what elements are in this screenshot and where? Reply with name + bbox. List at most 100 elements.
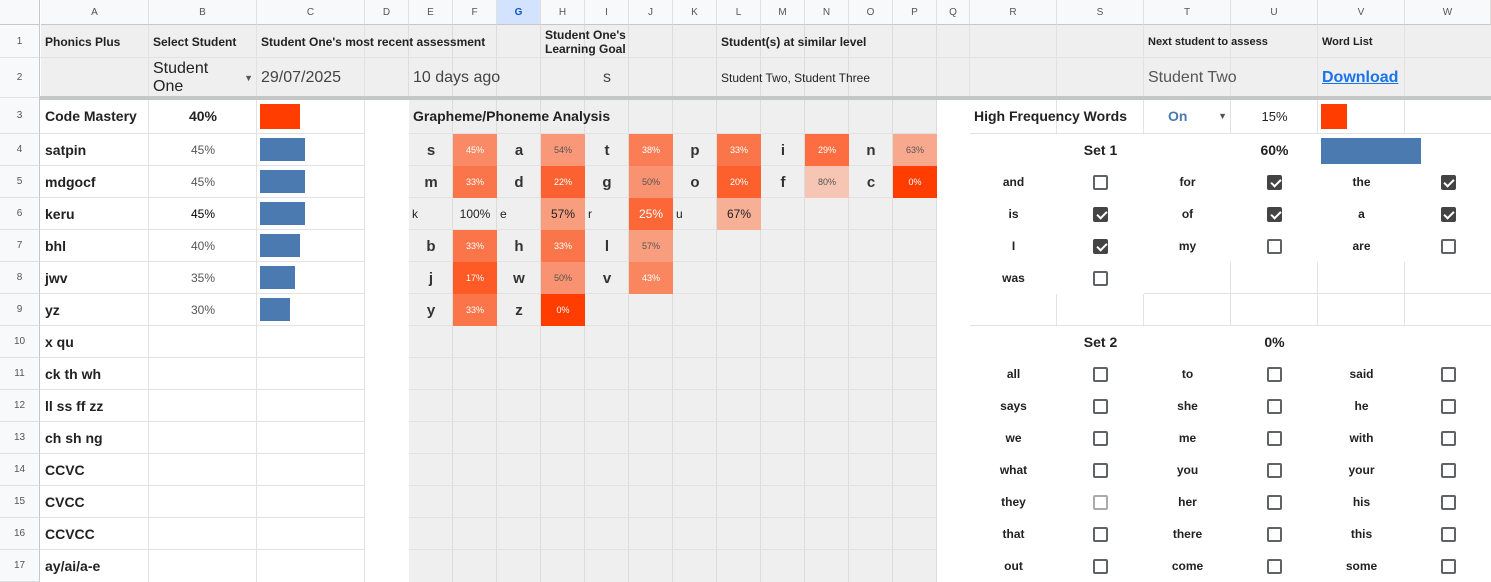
checkbox[interactable] — [1093, 558, 1108, 574]
checkbox[interactable] — [1267, 494, 1282, 510]
checkbox[interactable] — [1440, 494, 1456, 510]
checkbox[interactable] — [1093, 430, 1108, 446]
column-header[interactable]: L — [717, 0, 761, 25]
checkbox[interactable] — [1440, 398, 1456, 414]
column-header[interactable]: D — [365, 0, 409, 25]
checkbox[interactable] — [1267, 558, 1282, 574]
grapheme-letter: i — [780, 141, 786, 159]
hfw-word: of — [1144, 198, 1231, 230]
column-header[interactable]: V — [1318, 0, 1405, 25]
row-header[interactable]: 14 — [0, 454, 40, 486]
row-header[interactable]: 7 — [0, 230, 40, 262]
row-header[interactable]: 1 — [0, 25, 40, 58]
grapheme-letter: b — [426, 237, 436, 255]
checkbox[interactable] — [1267, 366, 1282, 382]
checkbox[interactable] — [1440, 462, 1456, 478]
checkbox[interactable] — [1440, 174, 1456, 190]
column-header[interactable]: S — [1057, 0, 1144, 25]
checkbox[interactable] — [1093, 494, 1108, 510]
column-header[interactable]: H — [541, 0, 585, 25]
hfw-checkbox-cell — [1405, 230, 1491, 262]
grapheme-score: 54% — [541, 134, 585, 166]
grapheme-letter: u — [676, 207, 683, 221]
column-header[interactable]: T — [1144, 0, 1231, 25]
grapheme-score: 63% — [893, 134, 937, 166]
checkbox[interactable] — [1267, 174, 1282, 190]
download-link[interactable]: Download — [1322, 69, 1398, 87]
hfw-word: all — [970, 358, 1057, 390]
column-header[interactable]: G — [497, 0, 541, 25]
checkbox[interactable] — [1267, 430, 1282, 446]
row-header[interactable]: 15 — [0, 486, 40, 518]
corner-cell[interactable] — [0, 0, 40, 25]
checkbox[interactable] — [1093, 462, 1108, 478]
checkbox[interactable] — [1440, 526, 1456, 542]
grapheme-score: 100% — [459, 207, 491, 221]
column-header[interactable]: P — [893, 0, 937, 25]
student-dropdown[interactable]: Student One ▼ — [149, 58, 257, 98]
hfw-checkbox-cell — [1231, 518, 1318, 550]
assessment-date[interactable]: 29/07/2025 — [257, 58, 409, 98]
hfw-toggle-dropdown[interactable]: On ▼ — [1144, 98, 1231, 134]
column-header[interactable]: F — [453, 0, 497, 25]
checkbox[interactable] — [1267, 526, 1282, 542]
grid-hline — [40, 293, 1491, 294]
checkbox[interactable] — [1440, 430, 1456, 446]
grapheme-score: 33% — [717, 134, 761, 166]
checkbox[interactable] — [1093, 174, 1108, 190]
row-header[interactable]: 10 — [0, 326, 40, 358]
checkbox[interactable] — [1440, 206, 1456, 222]
column-header[interactable]: N — [805, 0, 849, 25]
checkbox[interactable] — [1093, 238, 1108, 254]
column-header[interactable]: M — [761, 0, 805, 25]
row-header[interactable]: 6 — [0, 198, 40, 230]
word-list-cell[interactable]: Download — [1318, 58, 1491, 98]
hfw-word: your — [1318, 454, 1405, 486]
checkbox[interactable] — [1267, 462, 1282, 478]
checkbox[interactable] — [1093, 398, 1108, 414]
row-header[interactable]: 12 — [0, 390, 40, 422]
checkbox[interactable] — [1093, 526, 1108, 542]
checkbox[interactable] — [1440, 558, 1456, 574]
checkbox[interactable] — [1093, 366, 1108, 382]
hfw-checkbox-cell — [1057, 422, 1144, 454]
column-header[interactable]: R — [970, 0, 1057, 25]
checkbox[interactable] — [1267, 206, 1282, 222]
row-header[interactable]: 17 — [0, 550, 40, 582]
mastery-item-bar — [260, 202, 305, 225]
checkbox[interactable] — [1440, 366, 1456, 382]
row-header[interactable]: 16 — [0, 518, 40, 550]
checkbox[interactable] — [1267, 238, 1282, 254]
hfw-checkbox-cell — [1057, 358, 1144, 390]
row-header[interactable]: 11 — [0, 358, 40, 390]
column-header[interactable]: C — [257, 0, 365, 25]
row-header[interactable]: 4 — [0, 134, 40, 166]
column-header[interactable]: U — [1231, 0, 1318, 25]
grapheme-score: 80% — [805, 166, 849, 198]
column-header[interactable]: O — [849, 0, 893, 25]
row-header[interactable]: 2 — [0, 58, 40, 98]
column-header[interactable]: Q — [937, 0, 970, 25]
checkbox[interactable] — [1093, 206, 1108, 222]
grapheme-score: 17% — [453, 262, 497, 294]
row-header[interactable]: 5 — [0, 166, 40, 198]
checkbox[interactable] — [1093, 270, 1108, 286]
hfw-checkbox-cell — [1231, 422, 1318, 454]
column-header[interactable]: I — [585, 0, 629, 25]
column-header[interactable]: K — [673, 0, 717, 25]
hfw-checkbox-cell — [1231, 166, 1318, 198]
column-header[interactable]: E — [409, 0, 453, 25]
row-header[interactable]: 8 — [0, 262, 40, 294]
column-header[interactable]: B — [149, 0, 257, 25]
column-header[interactable]: J — [629, 0, 673, 25]
checkbox[interactable] — [1440, 238, 1456, 254]
mastery-item-bar — [260, 266, 295, 289]
column-header[interactable]: A — [41, 0, 149, 25]
row-header[interactable]: 3 — [0, 98, 40, 134]
checkbox[interactable] — [1267, 398, 1282, 414]
hfw-checkbox-cell — [1405, 454, 1491, 486]
row-header[interactable]: 9 — [0, 294, 40, 326]
column-header[interactable]: W — [1405, 0, 1491, 25]
mastery-item-bar — [260, 138, 305, 161]
row-header[interactable]: 13 — [0, 422, 40, 454]
